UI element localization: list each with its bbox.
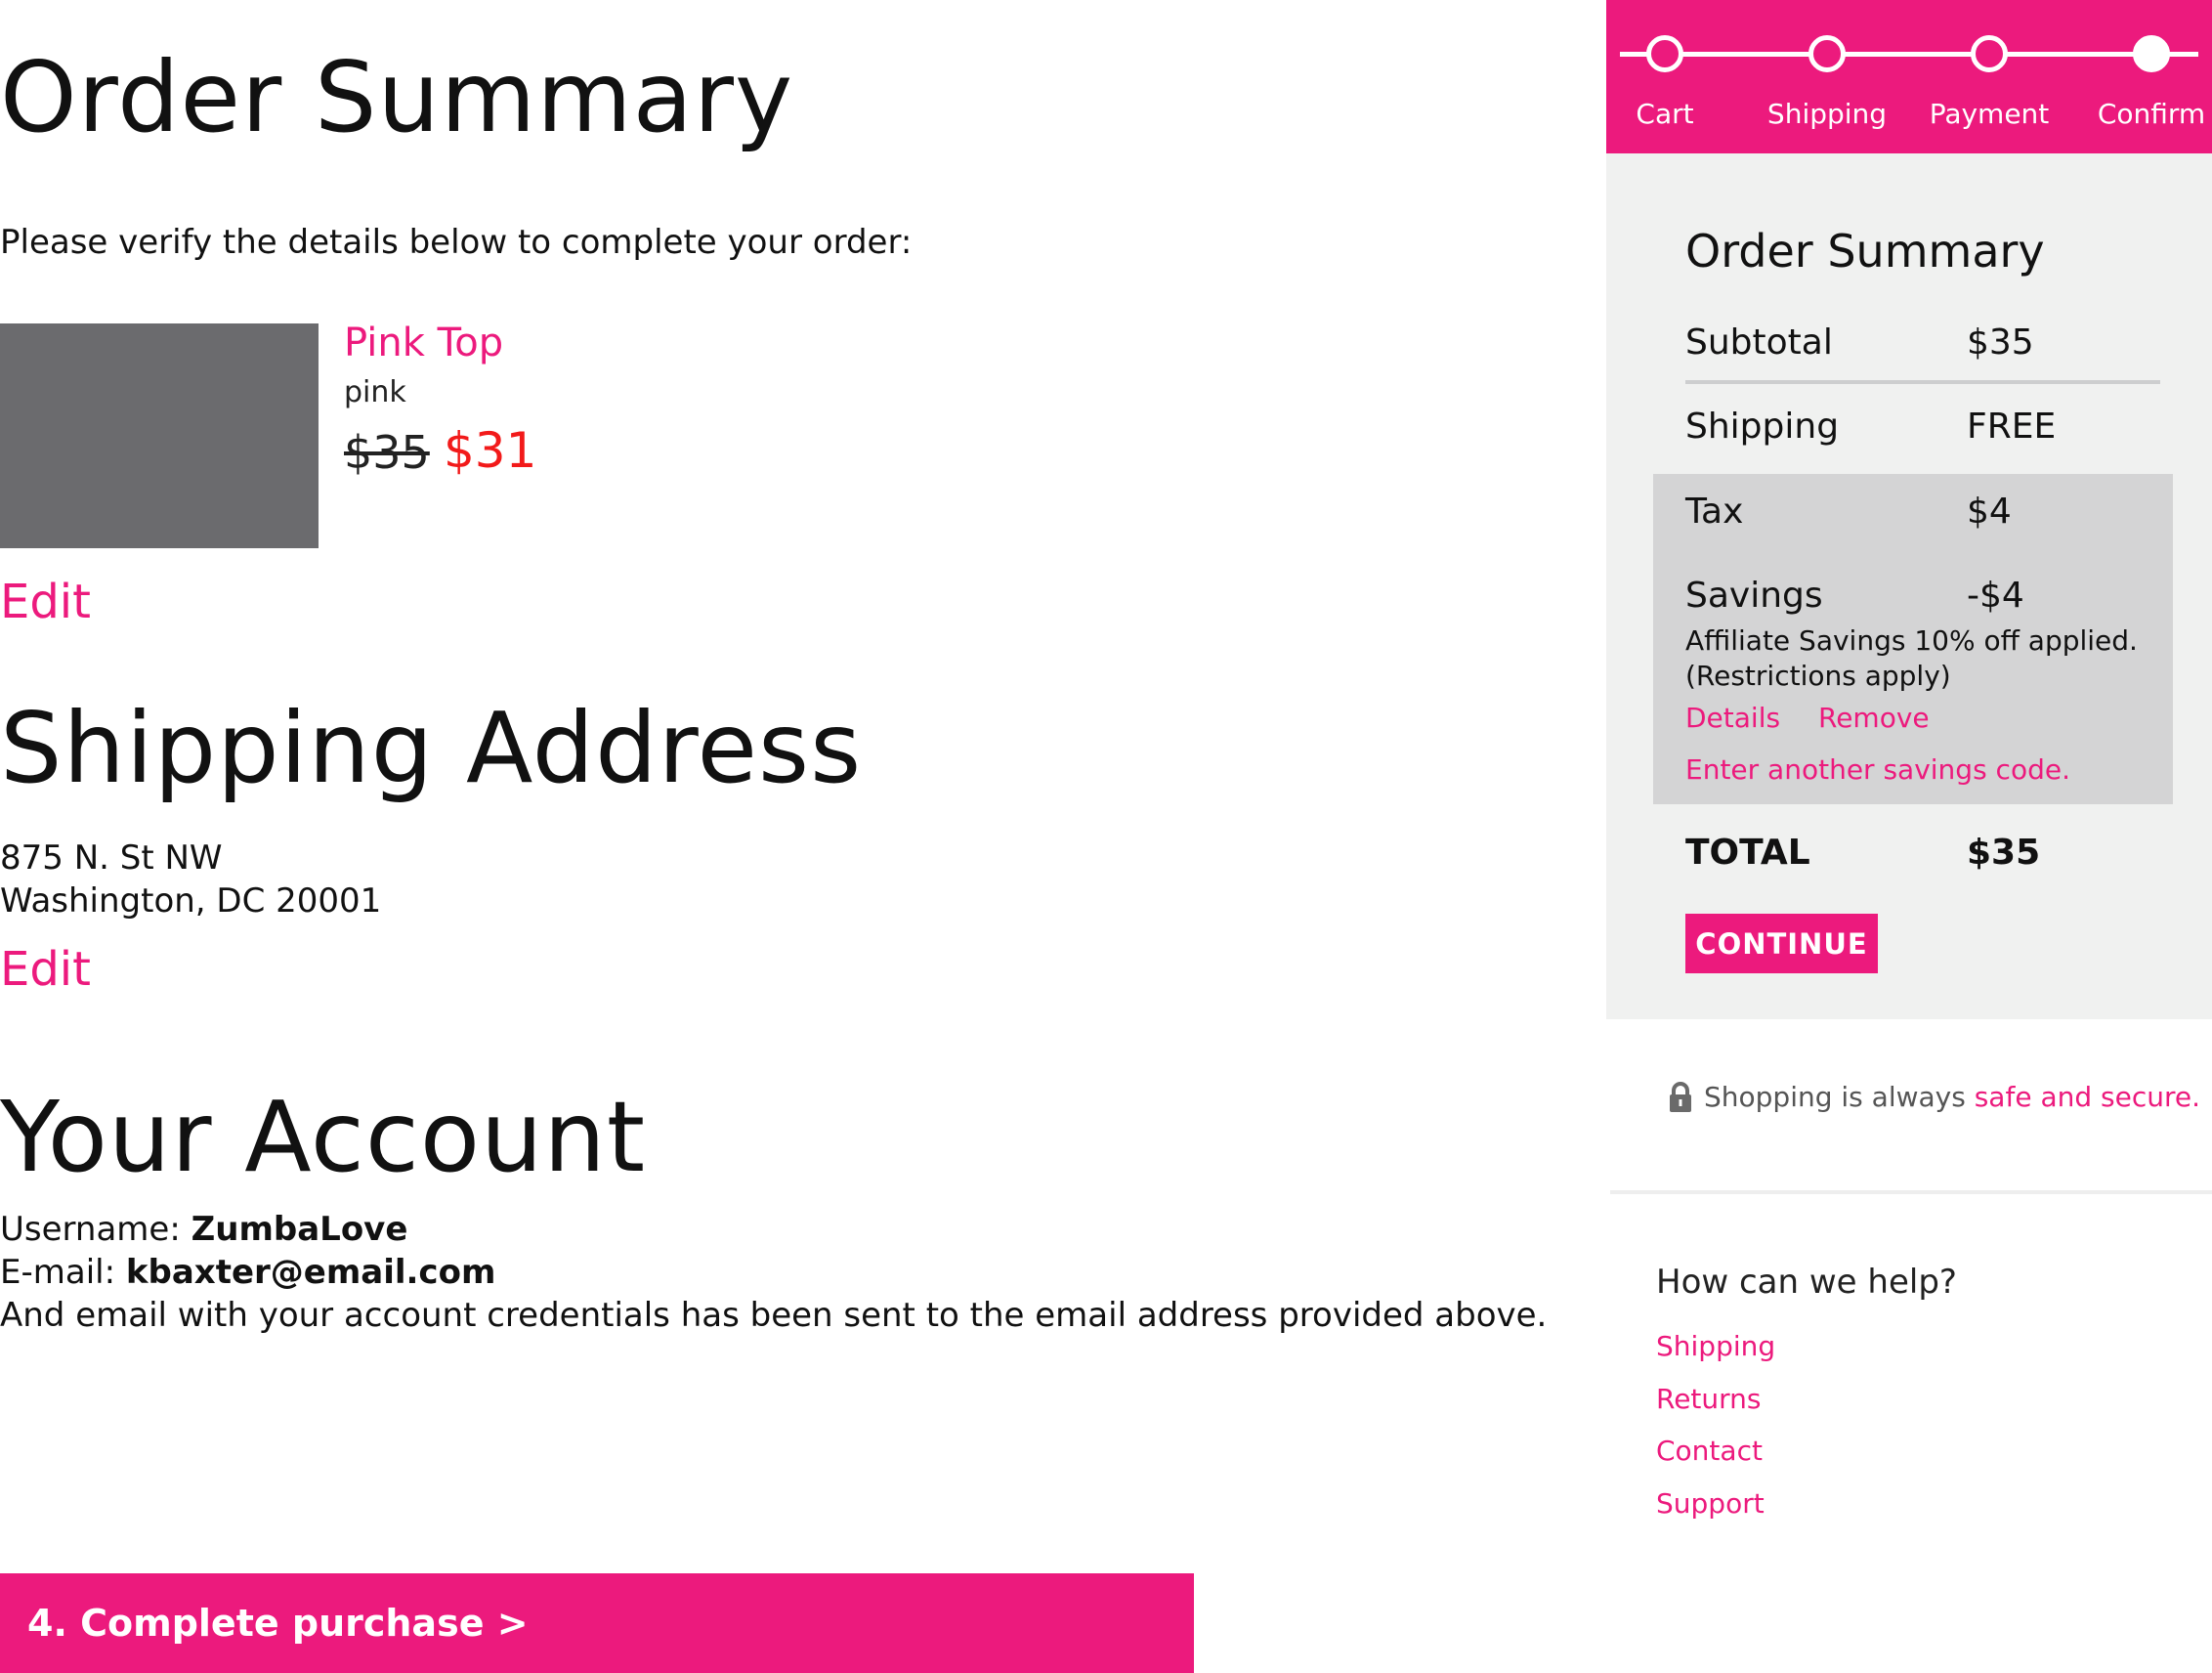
product-variant: pink — [344, 375, 406, 409]
edit-shipping-link[interactable]: Edit — [0, 942, 91, 997]
step-label-cart[interactable]: Cart — [1582, 98, 1748, 130]
enter-savings-code-link[interactable]: Enter another savings code. — [1685, 753, 2070, 786]
step-label-payment[interactable]: Payment — [1906, 98, 2072, 130]
help-link-support[interactable]: Support — [1656, 1487, 1765, 1520]
step-dot-cart[interactable] — [1646, 35, 1683, 72]
account-credentials-note: And email with your account credentials … — [0, 1296, 1548, 1335]
order-intro-text: Please verify the details below to compl… — [0, 223, 913, 262]
help-title: How can we help? — [1656, 1263, 1957, 1302]
email-label: E-mail: — [0, 1253, 116, 1292]
total-value: $35 — [1967, 833, 2041, 873]
product-image[interactable] — [0, 323, 319, 548]
lock-icon — [1669, 1081, 1692, 1113]
help-link-returns[interactable]: Returns — [1656, 1383, 1762, 1415]
sidebar-divider — [1610, 1190, 2212, 1194]
help-link-shipping[interactable]: Shipping — [1656, 1330, 1775, 1362]
original-price: $35 — [344, 426, 430, 479]
sale-price: $31 — [444, 422, 537, 479]
subtotal-label: Subtotal — [1685, 322, 1833, 363]
your-account-title: Your Account — [0, 1080, 647, 1194]
checkout-stepper: Cart Shipping Payment Confirm — [1606, 0, 2212, 153]
shipping-label: Shipping — [1685, 407, 1840, 447]
savings-remove-link[interactable]: Remove — [1818, 702, 1930, 734]
shipping-value: FREE — [1967, 407, 2057, 447]
savings-label: Savings — [1685, 576, 1823, 616]
help-link-contact[interactable]: Contact — [1656, 1435, 1763, 1467]
tax-label: Tax — [1685, 492, 1744, 532]
order-summary-title: Order Summary — [0, 40, 794, 154]
savings-note-line-1: Affiliate Savings 10% off applied. — [1685, 624, 2138, 657]
shipping-address-title: Shipping Address — [0, 691, 863, 805]
product-name-link[interactable]: Pink Top — [344, 321, 503, 365]
step-dot-confirm[interactable] — [2133, 35, 2170, 72]
savings-value: -$4 — [1967, 576, 2024, 616]
address-line-1: 875 N. St NW — [0, 838, 223, 878]
username-label: Username: — [0, 1210, 181, 1249]
savings-details-link[interactable]: Details — [1685, 702, 1780, 734]
username-value: ZumbaLove — [191, 1210, 408, 1249]
complete-purchase-button[interactable]: 4. Complete purchase > — [0, 1573, 1194, 1673]
safe-secure-link[interactable]: safe and secure. — [1975, 1081, 2200, 1113]
step-dot-shipping[interactable] — [1808, 35, 1846, 72]
email-value: kbaxter@email.com — [125, 1253, 496, 1292]
address-line-2: Washington, DC 20001 — [0, 881, 382, 921]
email-row: E-mail: kbaxter@email.com — [0, 1251, 495, 1294]
continue-button[interactable]: CONTINUE — [1685, 914, 1878, 973]
subtotal-value: $35 — [1967, 322, 2034, 363]
secure-shopping-note: Shopping is always safe and secure. — [1669, 1081, 2200, 1113]
total-label: TOTAL — [1685, 833, 1810, 873]
summary-divider — [1685, 380, 2160, 384]
step-dot-payment[interactable] — [1971, 35, 2008, 72]
savings-note-line-2: (Restrictions apply) — [1685, 660, 1951, 692]
step-label-shipping[interactable]: Shipping — [1744, 98, 1910, 130]
secure-text: Shopping is always — [1704, 1081, 1975, 1113]
stepper-track — [1620, 52, 2198, 57]
summary-title: Order Summary — [1685, 225, 2045, 278]
tax-value: $4 — [1967, 492, 2012, 532]
username-row: Username: ZumbaLove — [0, 1208, 407, 1251]
step-label-confirm[interactable]: Confirm — [2068, 98, 2212, 130]
edit-order-link[interactable]: Edit — [0, 575, 91, 629]
